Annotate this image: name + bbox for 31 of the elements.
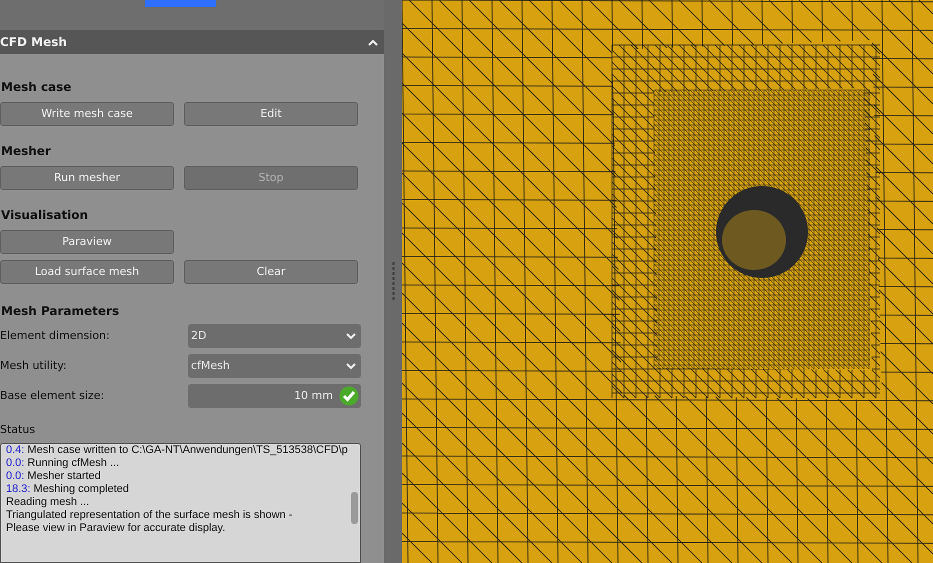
tab-indicator[interactable] (145, 0, 216, 7)
section-heading: Mesh Parameters (1, 303, 120, 320)
panel-button[interactable]: Write mesh case (0, 102, 174, 126)
section-heading: Mesh case (1, 79, 72, 96)
panel-button[interactable]: Run mesher (0, 166, 174, 190)
panel-button[interactable]: Paraview (0, 230, 174, 254)
panel-button[interactable]: Edit (184, 102, 358, 126)
input-field[interactable]: 10 mm (188, 384, 361, 408)
splitter-handle-icon[interactable] (392, 262, 394, 302)
chevron-down-icon (346, 362, 356, 370)
log-line: 0.0: Running cfMesh ... (6, 456, 120, 470)
log-line: 18.3: Meshing completed (6, 482, 130, 496)
field-label: Base element size: (0, 388, 106, 404)
field-label: Mesh utility: (0, 358, 68, 374)
section-heading: Status (0, 422, 36, 438)
section-heading: Visualisation (1, 207, 90, 224)
chevron-up-icon (368, 38, 378, 46)
panel-header[interactable]: CFD Mesh (0, 30, 384, 54)
dropdown-field[interactable]: 2D (188, 324, 361, 348)
log-line: 0.4: Mesh case written to C:\GA-NT\Anwendungen\TS_513538\CFD\p (6, 444, 348, 456)
field-label: Element dimension: (0, 328, 111, 344)
log-line: Reading mesh ... (6, 496, 90, 508)
log-line: 0.0: Mesher started (6, 470, 102, 482)
log-line: Triangulated representation of the surface mesh is shown - (6, 508, 294, 522)
panel-button[interactable]: Load surface mesh (0, 260, 174, 284)
section-heading: Mesher (1, 143, 52, 160)
panel-title: CFD Mesh (0, 34, 67, 51)
panel-button[interactable]: Clear (184, 260, 358, 284)
dropdown-field[interactable]: cfMesh (188, 354, 361, 378)
log-line: Please view in Paraview for accurate display. (6, 522, 226, 534)
chevron-down-icon (346, 332, 356, 340)
